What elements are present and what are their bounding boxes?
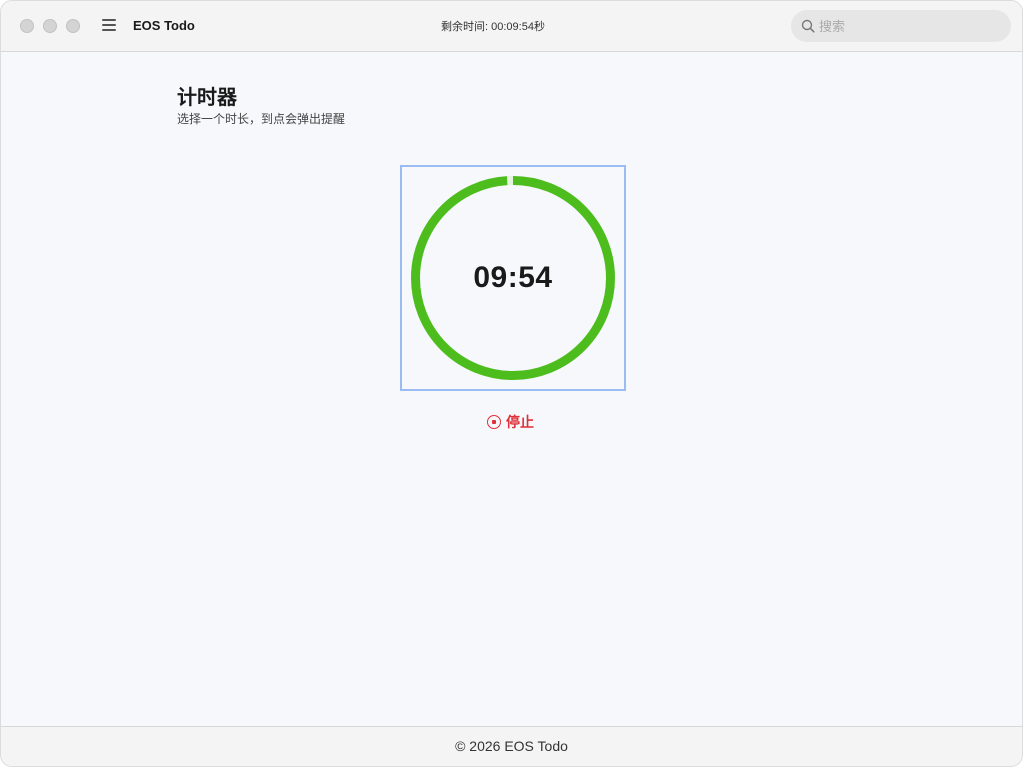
timer-dial[interactable]: 09:54 [400,165,626,391]
stop-circle-icon [487,415,501,429]
stop-button[interactable]: 停止 [487,412,534,432]
search-input[interactable] [819,10,999,42]
search-icon [801,19,815,33]
page-title: 计时器 [177,87,237,109]
stop-button-label: 停止 [506,414,534,430]
page-subtitle: 选择一个时长，到点会弹出提醒 [177,112,346,126]
search-box[interactable] [791,10,1011,42]
footer-copyright: © 2026 EOS Todo [455,738,568,754]
timer-countdown: 09:54 [473,261,553,294]
app-window: EOS Todo 剩余时间: 00:09:54秒 计时器 选择一个时长，到点会弹… [0,0,1023,767]
title-bar: EOS Todo 剩余时间: 00:09:54秒 [1,1,1022,52]
footer: © 2026 EOS Todo [1,726,1022,766]
